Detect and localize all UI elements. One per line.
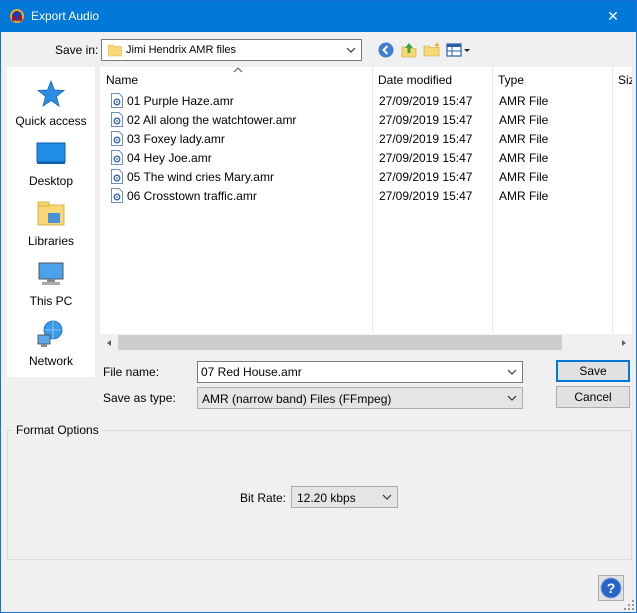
file-name: 01 Purple Haze.amr: [127, 94, 234, 108]
file-row[interactable]: 02 All along the watchtower.amr 27/09/20…: [100, 111, 632, 130]
place-label: Desktop: [28, 174, 74, 188]
horizontal-scrollbar[interactable]: [100, 334, 632, 351]
file-name: 06 Crosstown traffic.amr: [127, 189, 257, 203]
save-in-value: Jimi Hendrix AMR files: [126, 44, 237, 56]
audacity-icon: [10, 9, 24, 23]
place-libraries[interactable]: Libraries: [7, 193, 95, 253]
help-icon[interactable]: ?: [598, 575, 624, 601]
scrollbar-thumb[interactable]: [118, 335, 562, 350]
save-as-type-value: AMR (narrow band) Files (FFmpeg): [202, 392, 392, 406]
save-as-type-select[interactable]: AMR (narrow band) Files (FFmpeg): [197, 387, 523, 409]
place-label: Network: [28, 354, 73, 368]
save-in-combo[interactable]: Jimi Hendrix AMR files: [101, 39, 362, 61]
audio-file-icon: [111, 93, 123, 108]
close-icon: ✕: [607, 8, 619, 24]
place-label: Quick access: [15, 114, 87, 128]
chevron-down-icon: [507, 395, 517, 401]
column-header-label: Date modified: [378, 73, 453, 87]
place-quick-access[interactable]: Quick access: [7, 73, 95, 133]
file-date: 27/09/2019 15:47: [379, 151, 473, 165]
title-bar[interactable]: Export Audio ✕: [1, 1, 636, 32]
place-this-pc[interactable]: This PC: [7, 253, 95, 313]
column-header-label: Siz: [618, 73, 632, 87]
view-menu-icon[interactable]: [445, 40, 473, 60]
scroll-right-button[interactable]: [615, 334, 632, 351]
place-desktop[interactable]: Desktop: [7, 133, 95, 193]
chevron-right-icon: [621, 339, 626, 346]
audio-file-icon: [111, 150, 123, 165]
column-header-name[interactable]: Name: [100, 67, 372, 91]
export-audio-dialog: Export Audio ✕ Save in: Jimi Hendrix AMR…: [0, 0, 637, 613]
file-name: 02 All along the watchtower.amr: [127, 113, 297, 127]
audio-file-icon: [111, 188, 123, 203]
folder-icon: [108, 44, 122, 57]
file-date: 27/09/2019 15:47: [379, 132, 473, 146]
save-as-type-label: Save as type:: [103, 391, 176, 405]
file-type: AMR File: [499, 151, 549, 165]
file-name-field[interactable]: [197, 361, 523, 383]
file-name: 05 The wind cries Mary.amr: [127, 170, 274, 184]
column-header-label: Type: [498, 73, 525, 87]
back-icon[interactable]: [376, 40, 396, 60]
file-date: 27/09/2019 15:47: [379, 113, 473, 127]
scroll-left-button[interactable]: [100, 334, 117, 351]
place-label: This PC: [29, 294, 73, 308]
file-row[interactable]: 01 Purple Haze.amr 27/09/2019 15:47 AMR …: [100, 92, 632, 111]
places-bar: Quick access Desktop Libraries This PC N…: [7, 67, 95, 377]
file-date: 27/09/2019 15:47: [379, 189, 473, 203]
file-type: AMR File: [499, 189, 549, 203]
file-list[interactable]: Name Date modified Type Siz 01 Purple Ha…: [100, 67, 632, 351]
computer-icon: [38, 262, 64, 285]
file-row[interactable]: 03 Foxey lady.amr 27/09/2019 15:47 AMR F…: [100, 130, 632, 149]
chevron-down-icon: [382, 494, 392, 500]
new-folder-icon[interactable]: [422, 40, 442, 60]
network-icon: [37, 320, 63, 347]
resize-grip-icon[interactable]: [624, 600, 634, 610]
file-name-input[interactable]: [201, 364, 501, 380]
file-date: 27/09/2019 15:47: [379, 170, 473, 184]
up-folder-icon[interactable]: [399, 40, 419, 60]
file-type: AMR File: [499, 132, 549, 146]
libraries-icon: [37, 201, 65, 226]
star-icon: [36, 79, 66, 107]
file-row[interactable]: 05 The wind cries Mary.amr 27/09/2019 15…: [100, 168, 632, 187]
close-button[interactable]: ✕: [590, 1, 636, 32]
file-name-label: File name:: [103, 365, 160, 379]
save-button[interactable]: Save: [556, 360, 630, 382]
file-type: AMR File: [499, 113, 549, 127]
file-row[interactable]: 06 Crosstown traffic.amr 27/09/2019 15:4…: [100, 187, 632, 206]
file-type: AMR File: [499, 94, 549, 108]
column-header-size[interactable]: Siz: [612, 67, 632, 91]
audio-file-icon: [111, 131, 123, 146]
chevron-down-icon[interactable]: [507, 365, 517, 379]
bit-rate-label: Bit Rate:: [240, 491, 287, 505]
chevron-left-icon: [106, 339, 111, 346]
svg-text:?: ?: [607, 580, 616, 596]
file-name: 04 Hey Joe.amr: [127, 151, 212, 165]
chevron-down-icon: [346, 47, 356, 53]
file-date: 27/09/2019 15:47: [379, 94, 473, 108]
column-header-type[interactable]: Type: [492, 67, 612, 91]
place-network[interactable]: Network: [7, 313, 95, 373]
file-type: AMR File: [499, 170, 549, 184]
desktop-icon: [36, 142, 66, 164]
audio-file-icon: [111, 169, 123, 184]
bit-rate-value: 12.20 kbps: [297, 491, 356, 505]
cancel-button[interactable]: Cancel: [556, 386, 630, 408]
file-name: 03 Foxey lady.amr: [127, 132, 225, 146]
place-label: Libraries: [27, 234, 75, 248]
file-row[interactable]: 04 Hey Joe.amr 27/09/2019 15:47 AMR File: [100, 149, 632, 168]
bit-rate-select[interactable]: 12.20 kbps: [291, 486, 398, 508]
column-header-date[interactable]: Date modified: [372, 67, 492, 91]
column-header-label: Name: [106, 73, 139, 87]
format-options-title: Format Options: [13, 423, 102, 437]
audio-file-icon: [111, 112, 123, 127]
window-title: Export Audio: [31, 9, 100, 23]
save-in-label: Save in:: [55, 43, 99, 57]
